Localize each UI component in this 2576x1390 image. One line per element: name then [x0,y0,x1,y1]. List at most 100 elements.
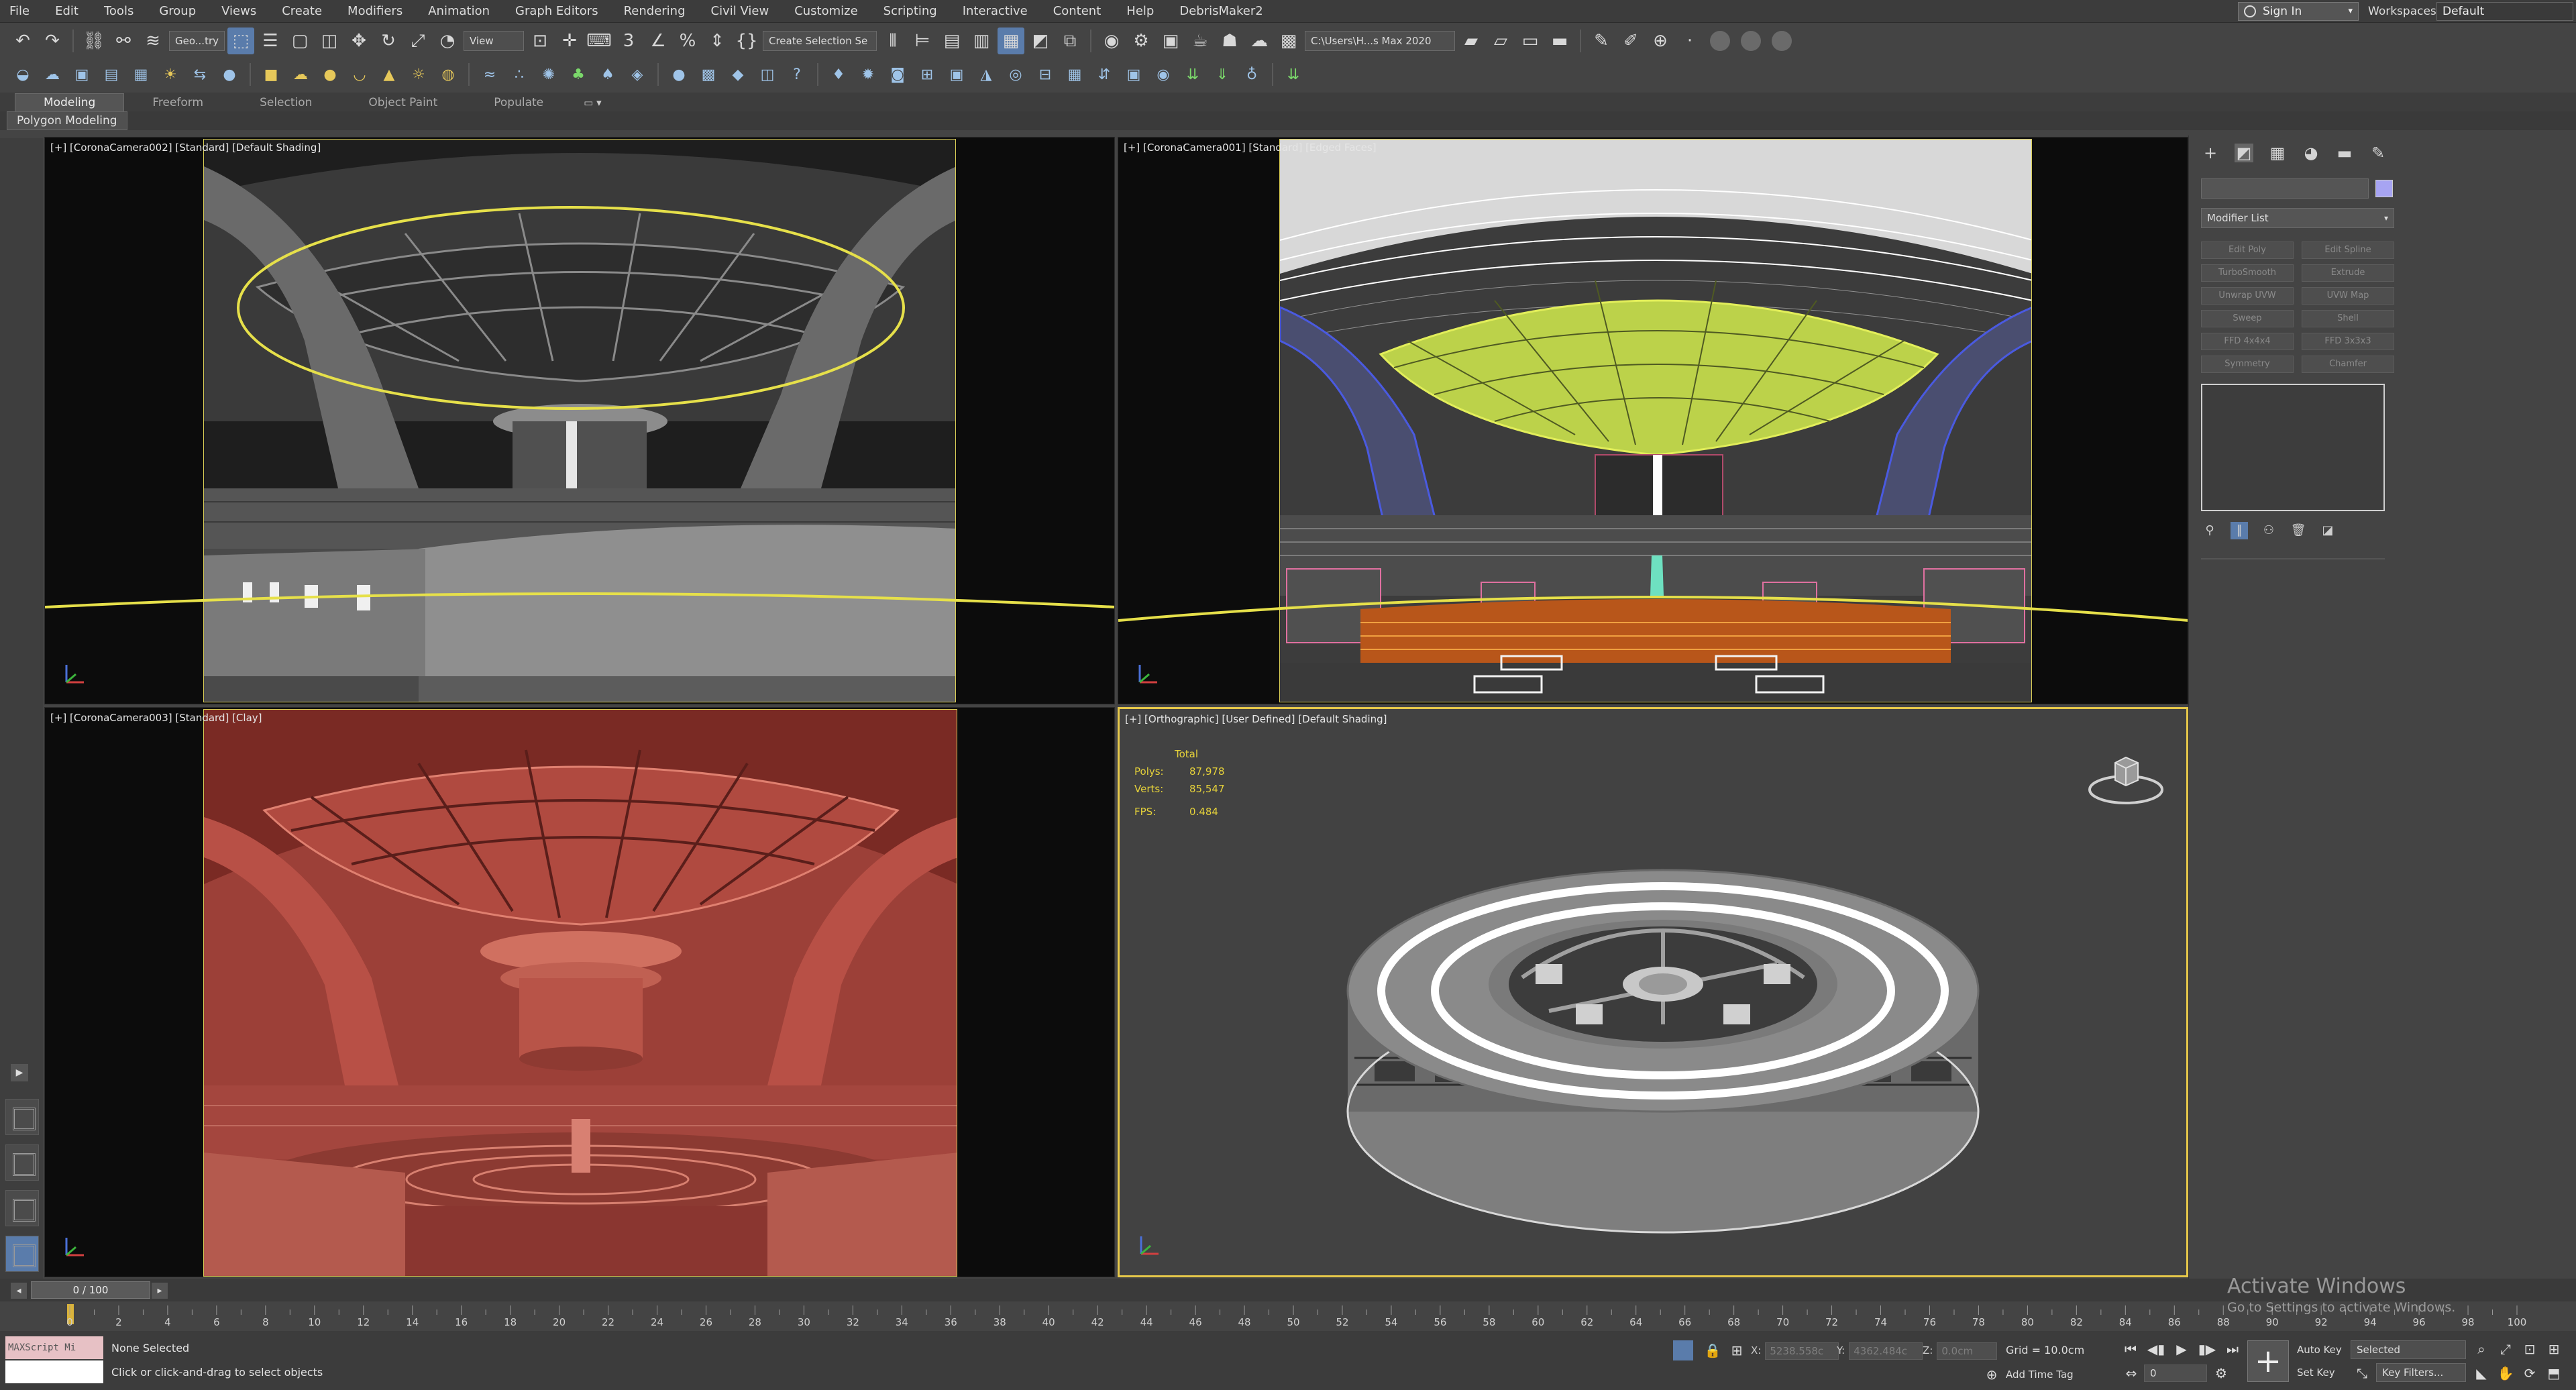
ribbon-tab-populate[interactable]: Populate [466,94,572,111]
pivot-center-icon[interactable]: ⊡ [527,28,553,54]
place-icon[interactable]: ◔ [434,28,461,54]
rotate-icon[interactable]: ↻ [375,28,402,54]
spinner-snap-icon[interactable]: ⇕ [704,28,731,54]
key-mode-icon[interactable]: ⇔ [2121,1363,2141,1383]
camera-icon[interactable]: ◙ [884,61,911,88]
proxy-icon[interactable]: ◈ [624,61,651,88]
lasso-icon[interactable]: ✐ [1617,28,1644,54]
x-coordinate-field[interactable]: 5238.558c [1765,1342,1839,1360]
scatter-icon[interactable]: ∴ [506,61,533,88]
cloud-shape-icon[interactable]: ☁ [287,61,314,88]
modifier-list-dropdown[interactable]: Modifier List ▾ [2201,208,2394,228]
angle-snap-icon[interactable]: ∠ [645,28,672,54]
viewport-label[interactable]: [+] [CoronaCamera002] [Standard] [Defaul… [50,142,321,154]
keyboard-shortcut-icon[interactable]: ⌨ [586,28,612,54]
cone-icon[interactable]: ▲ [376,61,402,88]
project-folder-select[interactable]: C:\Users\H...s Max 2020 [1305,31,1455,51]
zoom-extents-all-icon[interactable]: ⊞ [2544,1339,2564,1359]
interactive-render-icon[interactable]: ◎ [1002,61,1029,88]
tone-map-icon[interactable]: ◮ [973,61,1000,88]
move-icon[interactable]: ✥ [345,28,372,54]
particle-icon[interactable]: ✺ [535,61,562,88]
double-chevron-alt-icon[interactable]: ⇓ [1209,61,1236,88]
menu-civil-view[interactable]: Civil View [702,0,786,23]
viewport-bottom-left[interactable]: [+] [CoronaCamera003] [Standard] [Clay] [44,707,1115,1277]
maximize-viewport-icon[interactable]: ⬒ [2544,1363,2564,1383]
menu-views[interactable]: Views [212,0,272,23]
display-tab-icon[interactable]: ▬ [2335,144,2354,162]
modifier-button-symmetry[interactable]: Symmetry [2201,356,2294,373]
rect-selection-icon[interactable]: ▢ [286,28,313,54]
set-key-button[interactable]: Set Key [2297,1363,2348,1382]
field-of-view-icon[interactable]: ◣ [2471,1363,2491,1383]
ribbon-tab-selection[interactable]: Selection [231,94,340,111]
next-frame-icon[interactable]: ▸ [152,1283,168,1299]
globe-icon[interactable]: ◍ [435,61,462,88]
object-name-input[interactable] [2201,178,2369,199]
reference-coordinate-select[interactable]: View [464,31,524,51]
layout-button[interactable] [5,1190,39,1226]
curve-editor-icon[interactable]: ◩ [1027,28,1054,54]
menu-animation[interactable]: Animation [419,0,506,23]
time-slider-thumb[interactable]: 0 / 100 [31,1281,150,1299]
viewport-label[interactable]: [+] [CoronaCamera001] [Standard] [Edged … [1124,142,1377,154]
pin-stack-icon[interactable]: ⚲ [2201,522,2218,539]
unlink-icon[interactable]: ⚯ [110,28,137,54]
modifier-button-edit-poly[interactable]: Edit Poly [2201,242,2294,259]
go-to-start-icon[interactable]: ⏮ [2120,1339,2141,1359]
modifier-button-edit-spline[interactable]: Edit Spline [2302,242,2394,259]
menu-debrismaker2[interactable]: DebrisMaker2 [1170,0,1279,23]
modifier-button-shell[interactable]: Shell [2302,310,2394,327]
menu-scripting[interactable]: Scripting [874,0,953,23]
menu-rendering[interactable]: Rendering [614,0,702,23]
viewcube-icon[interactable] [2084,743,2167,810]
expand-toolbar-icon[interactable]: ⇊ [1280,61,1307,88]
ribbon-toggle-icon[interactable]: ▦ [998,28,1024,54]
expand-layouts-icon[interactable]: ▶ [11,1064,28,1081]
menu-file[interactable]: File [0,0,46,23]
key-selection-dropdown[interactable]: Selected [2351,1340,2466,1359]
schematic-view-icon[interactable]: ⧉ [1057,28,1083,54]
bowl-icon[interactable]: ◡ [346,61,373,88]
modifier-button-unwrap-uvw[interactable]: Unwrap UVW [2201,287,2294,305]
lamp-icon[interactable]: ♁ [1238,61,1265,88]
viewport-top-left[interactable]: [+] [CoronaCamera002] [Standard] [Defaul… [44,137,1115,704]
orbit-icon[interactable]: ⟳ [2520,1363,2540,1383]
cloud-icon[interactable]: ☁ [39,61,66,88]
tree-icon[interactable]: ♠ [594,61,621,88]
menu-modifiers[interactable]: Modifiers [338,0,419,23]
remove-modifier-icon[interactable]: 🗑 [2290,522,2307,539]
box-icon[interactable]: ■ [258,61,284,88]
render-options-icon[interactable]: ▩ [1275,28,1302,54]
select-manipulate-icon[interactable]: ✛ [556,28,583,54]
isolate-selection-icon[interactable] [1673,1340,1693,1360]
dot-icon[interactable]: · [1676,28,1703,54]
scene-explorer-icon[interactable]: ▤ [938,28,965,54]
menu-help[interactable]: Help [1117,0,1170,23]
link-tool-icon[interactable]: ⇆ [186,61,213,88]
utilities-tab-wrench-icon[interactable]: ✎ [2369,144,2387,162]
auto-key-button[interactable]: Auto Key [2297,1340,2348,1359]
scale-icon[interactable]: ⤢ [405,28,431,54]
sphere-icon[interactable]: ● [317,61,343,88]
menu-content[interactable]: Content [1044,0,1118,23]
hair-icon[interactable]: ≈ [476,61,503,88]
hierarchy-tab-icon[interactable]: ▦ [2268,144,2287,162]
next-key-icon[interactable]: ▮▶ [2196,1339,2218,1359]
zoom-extents-icon[interactable]: ⊡ [2520,1339,2540,1359]
ribbon-tab-object-paint[interactable]: Object Paint [340,94,466,111]
z-coordinate-field[interactable]: 0.0cm [1937,1342,1998,1360]
layout-button[interactable] [5,1144,39,1181]
selection-lock-icon[interactable]: 🔒 [1703,1340,1723,1360]
open-explorer-icon[interactable]: ▰ [1458,28,1485,54]
key-filters-button[interactable]: Key Filters... [2376,1363,2466,1382]
eye-icon[interactable]: ◉ [1150,61,1177,88]
menu-create[interactable]: Create [272,0,338,23]
brush-icon[interactable]: ✎ [1588,28,1615,54]
material-editor-icon[interactable]: ◉ [1098,28,1125,54]
time-tag-icon[interactable]: ⊕ [1982,1365,2002,1385]
render-cloud-icon[interactable]: ☁ [1246,28,1273,54]
modifier-button-turbosmooth[interactable]: TurboSmooth [2201,264,2294,282]
menu-customize[interactable]: Customize [785,0,873,23]
layers-icon[interactable]: ◫ [754,61,781,88]
